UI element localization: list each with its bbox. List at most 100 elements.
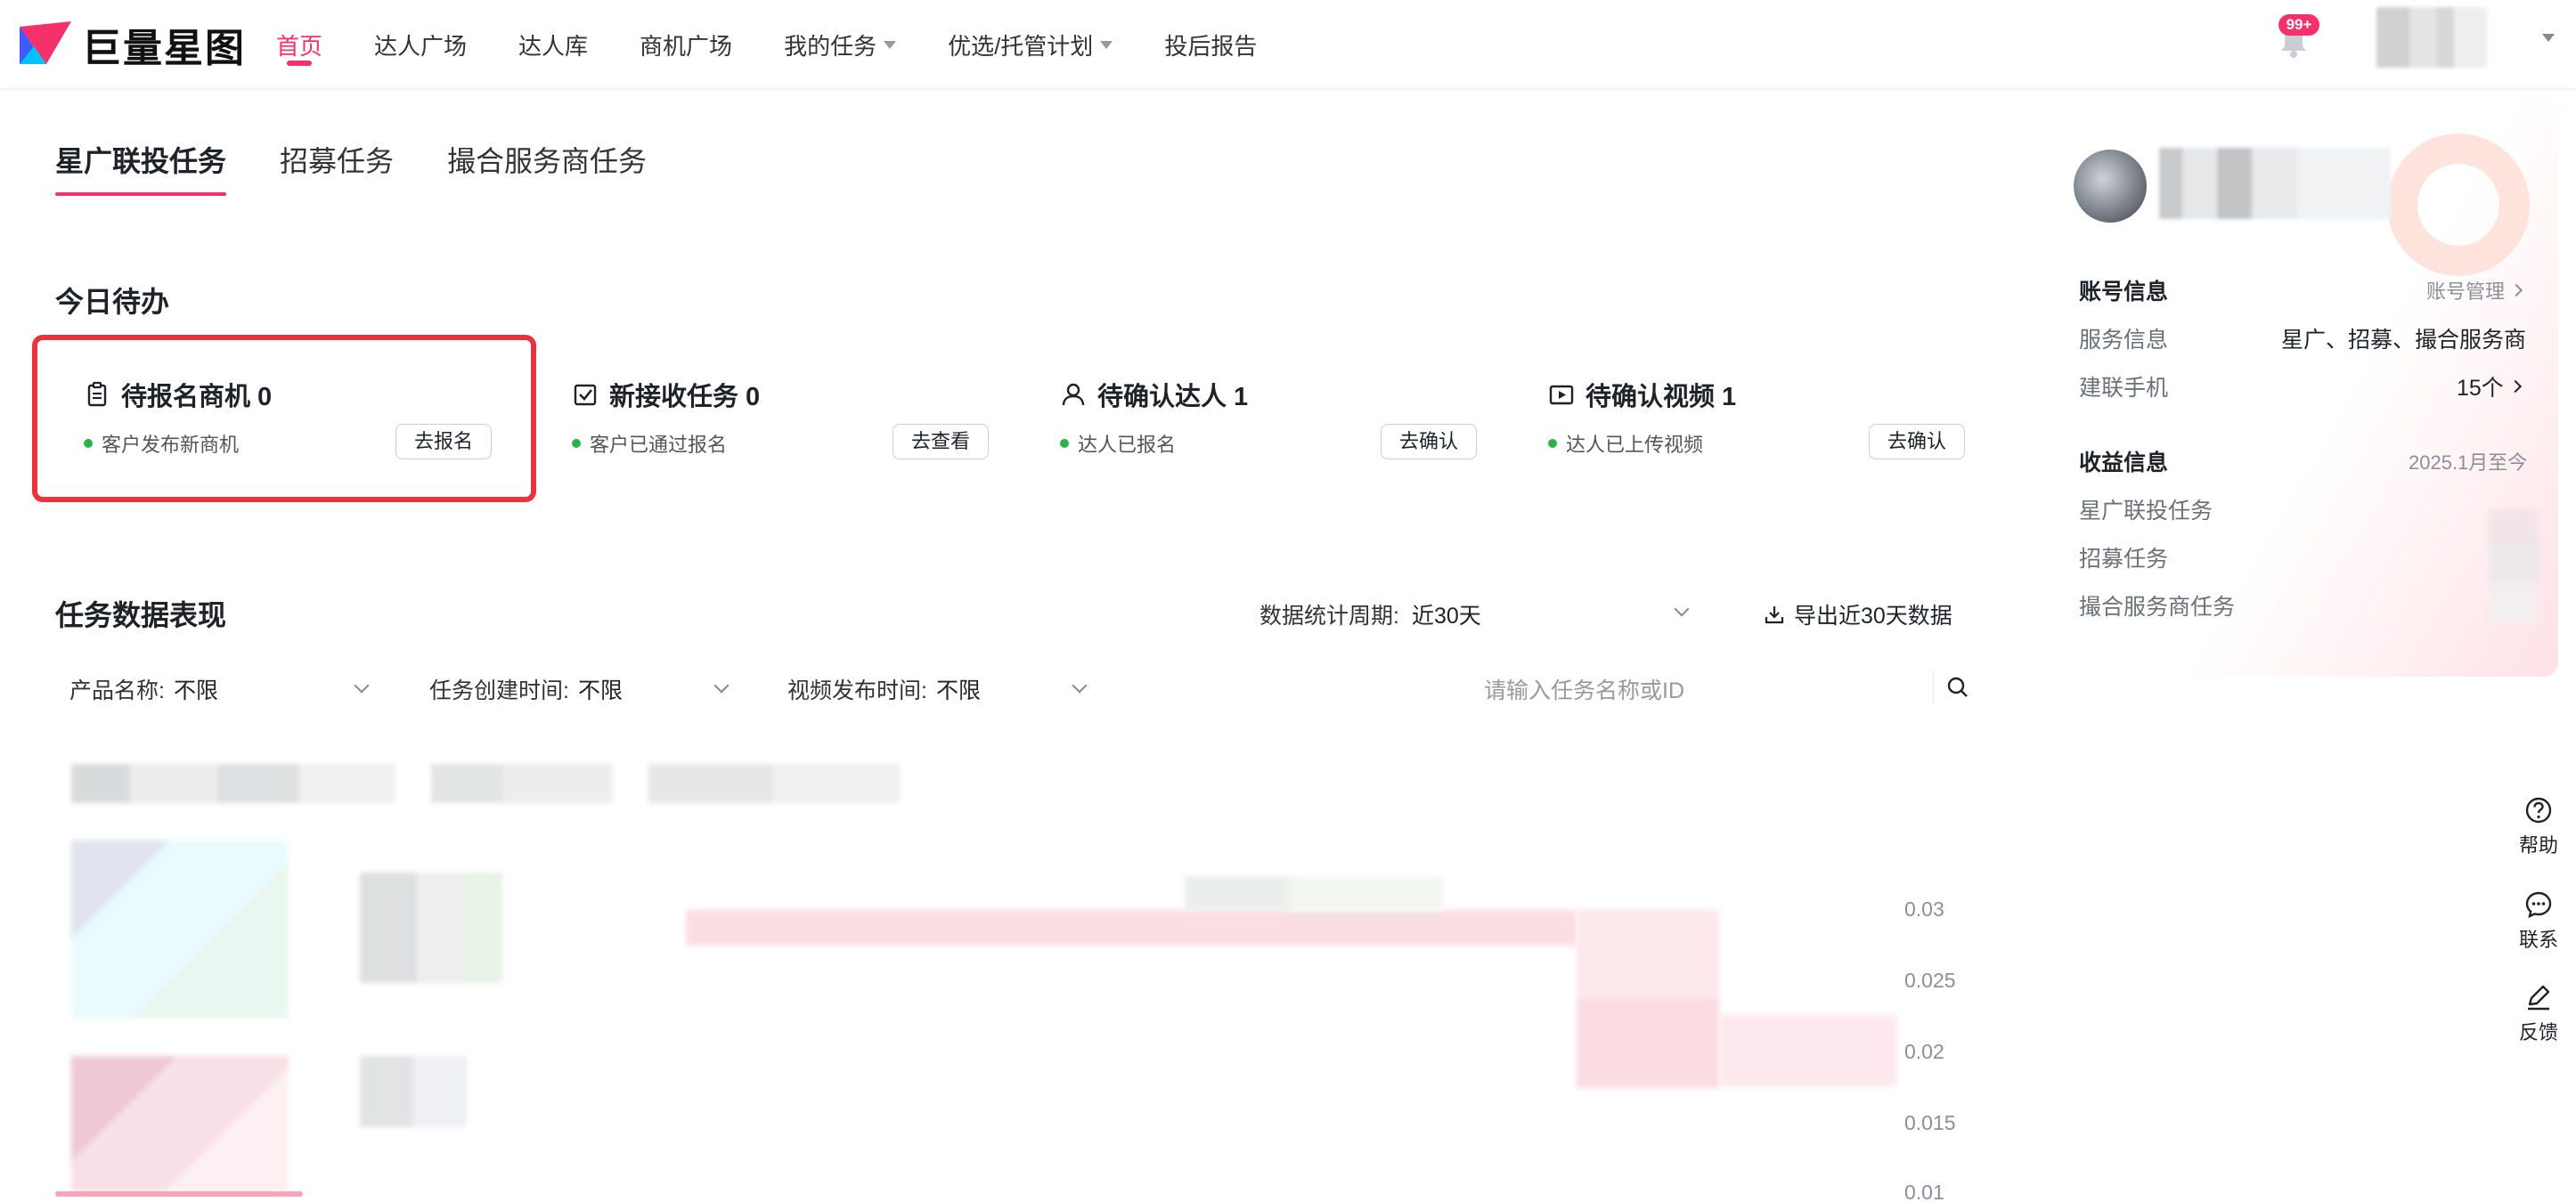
- check-square-icon: [574, 384, 597, 406]
- nav-item-home[interactable]: 首页: [276, 0, 322, 89]
- period-select[interactable]: 数据统计周期: 近30天: [1259, 598, 1481, 630]
- todo-card-title: 待确认视频 1: [1548, 376, 1736, 413]
- y-axis-tick: 0.025: [1904, 969, 1956, 992]
- contact-phone-link[interactable]: 15个: [2457, 370, 2522, 402]
- metric-tabs-blurred[interactable]: [71, 764, 395, 803]
- decorative-ring: [2387, 134, 2530, 276]
- link-text: 账号管理: [2426, 280, 2506, 303]
- todo-card-title-text: 待确认达人 1: [1097, 383, 1249, 411]
- help-icon: [2525, 797, 2552, 824]
- income-period-text: 2025.1月至今: [2409, 451, 2528, 474]
- notification-badge: 99+: [2278, 14, 2319, 36]
- help-button[interactable]: 帮助: [2512, 796, 2565, 858]
- chevron-down-icon[interactable]: [2542, 34, 2555, 42]
- nav-item-opportunity-square[interactable]: 商机广场: [640, 0, 732, 89]
- y-axis-tick: 0.03: [1904, 897, 1944, 921]
- chat-icon: [2525, 891, 2552, 919]
- income-item-label: 招募任务: [2079, 547, 2169, 572]
- todo-card-title-text: 新接收任务 0: [609, 383, 761, 411]
- user-icon: [1062, 383, 1085, 406]
- nav-item-post-report[interactable]: 投后报告: [1164, 0, 1257, 89]
- chevron-down-icon[interactable]: [1072, 678, 1088, 694]
- status-dot-icon: [84, 439, 93, 448]
- y-axis-tick: 0.01: [1904, 1181, 1944, 1202]
- video-published-filter[interactable]: 视频发布时间: 不限: [787, 673, 981, 705]
- task-search-input[interactable]: 请输入任务名称或ID: [1484, 673, 1684, 705]
- todo-card-status-text: 达人已上传视频: [1566, 434, 1704, 456]
- export-label: 导出近30天数据: [1794, 604, 1952, 629]
- status-dot-icon: [1548, 439, 1557, 448]
- trend-chart-blurred: [686, 910, 1577, 946]
- metric-tabs-blurred[interactable]: [648, 764, 900, 803]
- todo-card-status: 客户已通过报名: [572, 429, 727, 458]
- export-button[interactable]: 导出近30天数据: [1764, 598, 1952, 630]
- link-text: 15个: [2457, 376, 2504, 401]
- todo-card-pending-creators: 待确认达人 1 达人已报名 去确认: [1031, 360, 1477, 493]
- period-label: 数据统计周期:: [1259, 604, 1399, 629]
- trend-chart-blurred: [1577, 910, 1719, 1088]
- tab-matchmaking-task[interactable]: 撮合服务商任务: [447, 139, 647, 196]
- todo-card-pending-videos: 待确认视频 1 达人已上传视频 去确认: [1520, 360, 1965, 493]
- filter-label: 任务创建时间:: [429, 678, 569, 703]
- tab-xingguang-task[interactable]: 星广联投任务: [55, 139, 227, 196]
- chevron-down-icon[interactable]: [354, 678, 370, 694]
- nav-item-label: 我的任务: [784, 32, 877, 60]
- todo-card-status-text: 达人已报名: [1078, 434, 1177, 456]
- metric-value-blurred: [360, 873, 502, 983]
- todo-card-pending-signup: 待报名商机 0 客户发布新商机 去报名: [55, 360, 501, 493]
- chevron-down-icon[interactable]: [713, 678, 730, 694]
- nav-item-managed-plans[interactable]: 优选/托管计划: [948, 0, 1113, 89]
- metric-card-blurred: [71, 841, 289, 1019]
- brand-logo-text: 巨量星图: [82, 27, 246, 70]
- nav-item-creator-library[interactable]: 达人库: [518, 0, 588, 89]
- account-manage-link[interactable]: 账号管理: [2426, 276, 2523, 305]
- filter-value: 不限: [577, 678, 623, 703]
- nav-item-my-tasks[interactable]: 我的任务: [784, 0, 897, 89]
- go-confirm-video-button[interactable]: 去确认: [1868, 424, 1965, 459]
- chevron-right-icon: [2509, 283, 2523, 297]
- tool-label: 联系: [2518, 929, 2558, 951]
- todo-card-status: 达人已上传视频: [1548, 429, 1703, 458]
- task-created-filter[interactable]: 任务创建时间: 不限: [429, 673, 623, 705]
- go-view-button[interactable]: 去查看: [892, 424, 989, 459]
- chevron-down-icon[interactable]: [1674, 601, 1690, 617]
- user-menu[interactable]: [2376, 7, 2487, 68]
- period-value: 近30天: [1411, 604, 1481, 629]
- metric-card-blurred: [71, 1056, 289, 1191]
- search-icon[interactable]: [1945, 675, 1970, 700]
- clipboard-icon: [87, 381, 107, 407]
- brand-logo-icon: [20, 21, 71, 64]
- caret-down-icon: [884, 40, 897, 49]
- todo-card-title: 新接收任务 0: [572, 376, 760, 413]
- product-filter[interactable]: 产品名称: 不限: [69, 673, 218, 705]
- search-divider: [1933, 670, 1934, 705]
- metric-card-underline: [55, 1191, 303, 1197]
- y-axis-tick: 0.015: [1904, 1111, 1956, 1134]
- main-nav: 首页 达人广场 达人库 商机广场 我的任务 优选/托管计划 投后报告: [276, 0, 1308, 89]
- tool-label: 帮助: [2518, 834, 2558, 857]
- task-type-tabs: 星广联投任务 招募任务 撮合服务商任务: [55, 139, 700, 196]
- nav-item-creator-square[interactable]: 达人广场: [374, 0, 467, 89]
- top-navigation-bar: 巨量星图 首页 达人广场 达人库 商机广场 我的任务 优选/托管计划 投后报告 …: [0, 0, 2576, 89]
- avatar[interactable]: [2072, 148, 2148, 224]
- metric-tabs-blurred[interactable]: [431, 764, 613, 803]
- status-dot-icon: [572, 439, 581, 448]
- nav-item-label: 首页: [276, 32, 323, 60]
- nav-item-label: 优选/托管计划: [948, 32, 1094, 60]
- contact-phone-label: 建联手机: [2079, 376, 2169, 401]
- income-values-blurred: [2489, 509, 2539, 623]
- brand-logo[interactable]: 巨量星图: [16, 11, 246, 78]
- nav-item-label: 投后报告: [1164, 32, 1258, 60]
- feedback-button[interactable]: 反馈: [2512, 983, 2565, 1045]
- caret-down-icon: [1100, 40, 1113, 49]
- go-signup-button[interactable]: 去报名: [395, 424, 492, 459]
- income-info-title: 收益信息: [2079, 451, 2169, 475]
- y-axis-tick: 0.02: [1904, 1040, 1944, 1063]
- contact-button[interactable]: 联系: [2512, 890, 2565, 953]
- todo-card-new-tasks: 新接收任务 0 客户已通过报名 去查看: [543, 360, 989, 493]
- tab-recruit-task[interactable]: 招募任务: [280, 139, 394, 196]
- income-item-label: 撮合服务商任务: [2079, 595, 2236, 620]
- video-icon: [1549, 385, 1574, 405]
- go-confirm-creator-button[interactable]: 去确认: [1380, 424, 1477, 459]
- todo-card-status: 达人已报名: [1060, 429, 1176, 458]
